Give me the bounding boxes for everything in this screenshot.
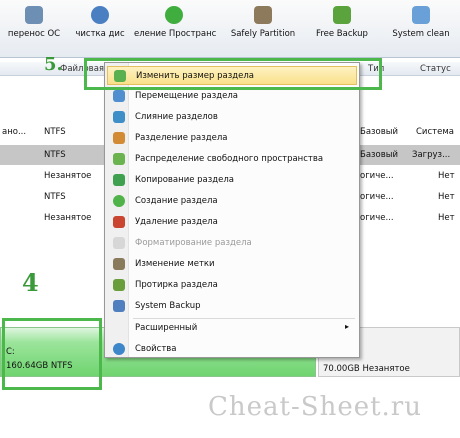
menu-item-split-partition[interactable]: Разделение раздела [107, 129, 357, 148]
row-type: огиче... [360, 192, 394, 202]
submenu-arrow-icon: ▸ [345, 322, 350, 331]
annotation-step-4: 4 [22, 268, 39, 297]
row-filesystem: NTFS [44, 192, 66, 202]
wipe-partition-icon [113, 279, 125, 291]
toolbar-button-disk-cleanup[interactable]: чистка дис [68, 6, 132, 52]
toolbar-button-safely-partition[interactable]: Safely Partition [226, 6, 300, 52]
toolbar-button-allocate-space[interactable]: еление Пространс [134, 6, 216, 52]
watermark: Cheat-Sheet.ru [208, 392, 422, 422]
row-type: огиче... [360, 213, 394, 223]
toolbar-button-free-backup[interactable]: Free Backup [310, 6, 374, 52]
row-status: Загруз... [412, 150, 451, 160]
context-menu: Изменить размер раздела Перемещение разд… [104, 62, 360, 358]
row-name: ано... [2, 127, 27, 137]
row-status: Нет [438, 213, 455, 223]
row-type: Базовый [360, 150, 399, 160]
column-status[interactable]: Статус [420, 64, 451, 74]
row-status: Нет [438, 192, 455, 202]
allocate-space-icon [113, 153, 125, 165]
menu-item-format-partition[interactable]: Форматирование раздела [107, 234, 357, 253]
menu-item-copy-partition[interactable]: Копирование раздела [107, 171, 357, 190]
menu-item-create-partition[interactable]: Создание раздела [107, 192, 357, 211]
row-filesystem: NTFS [44, 127, 66, 137]
annotation-box-menu-item [84, 58, 382, 90]
menu-item-wipe-partition[interactable]: Протирка раздела [107, 276, 357, 295]
properties-icon [113, 343, 125, 355]
menu-item-delete-partition[interactable]: Удаление раздела [107, 213, 357, 232]
safe-partition-icon [254, 6, 272, 24]
menu-item-change-label[interactable]: Изменение метки [107, 255, 357, 274]
row-filesystem: Незанятое [44, 171, 92, 181]
label-icon [113, 258, 125, 270]
row-type: огиче... [360, 171, 394, 181]
menu-item-merge-partitions[interactable]: Слияние разделов [107, 108, 357, 127]
menu-item-properties[interactable]: Свойства [107, 340, 357, 359]
backup-icon [113, 300, 125, 312]
create-icon [113, 195, 125, 207]
row-type: Базовый [360, 127, 399, 137]
annotation-box-disk [2, 318, 102, 390]
menu-item-allocate-free-space[interactable]: Распределение свободного пространства [107, 150, 357, 169]
move-icon [113, 90, 125, 102]
menu-item-system-backup[interactable]: System Backup [107, 297, 357, 316]
row-filesystem: Незанятое [44, 213, 92, 223]
wipe-icon [91, 6, 109, 24]
system-clean-icon [412, 6, 430, 24]
download-icon [25, 6, 43, 24]
unallocated-label: 70.00GB Незанятое [323, 364, 410, 374]
merge-icon [113, 111, 125, 123]
copy-icon [113, 174, 125, 186]
allocate-icon [165, 6, 183, 24]
toolbar: перенос ОС чистка дис еление Пространс S… [0, 0, 460, 58]
row-status: Система [416, 127, 454, 137]
toolbar-button-system-clean[interactable]: System clean [388, 6, 454, 52]
backup-icon [333, 6, 351, 24]
toolbar-button-migrate-os[interactable]: перенос ОС [4, 6, 64, 52]
split-icon [113, 132, 125, 144]
annotation-step-5: 5. [44, 54, 63, 75]
row-status: Нет [438, 171, 455, 181]
format-icon [113, 237, 125, 249]
menu-item-advanced[interactable]: Расширенный ▸ [107, 319, 357, 338]
delete-icon [113, 216, 125, 228]
row-filesystem: NTFS [44, 150, 66, 160]
